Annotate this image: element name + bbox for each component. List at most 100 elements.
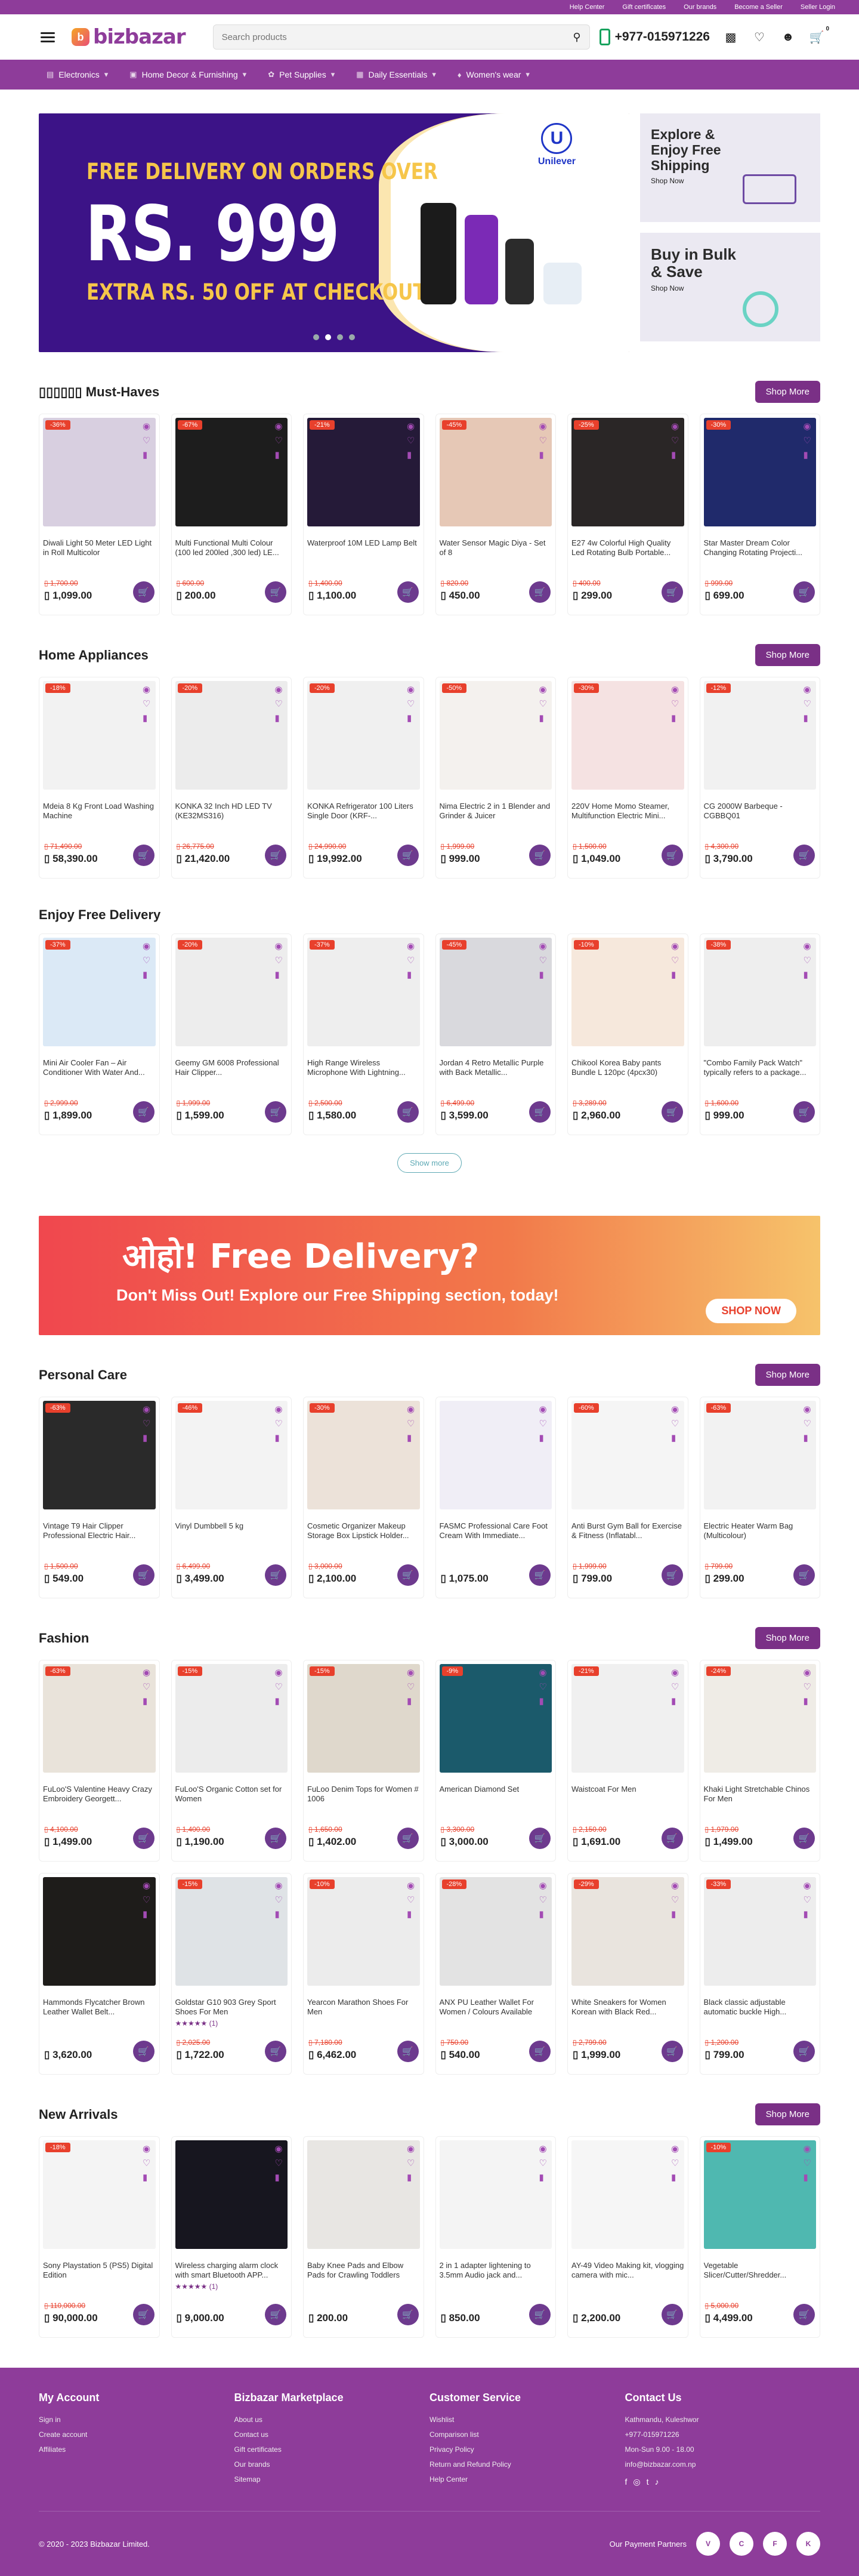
quick-view-icon[interactable]: ◉ [539, 1405, 547, 1414]
product-title[interactable]: KONKA Refrigerator 100 Liters Single Doo… [307, 802, 420, 821]
compare-icon[interactable]: ▮ [804, 1434, 811, 1443]
product-image[interactable]: -63% ◉ ♡ ▮ [43, 1664, 156, 1773]
product-image[interactable]: ◉ ♡ ▮ [43, 1877, 156, 1986]
add-to-cart-icon[interactable]: 🛒 [132, 2041, 155, 2062]
product-title[interactable]: FuLoo'S Valentine Heavy Crazy Embroidery… [43, 1785, 156, 1804]
wishlist-icon[interactable]: ♡ [804, 956, 811, 965]
hero-banner[interactable]: FREE DELIVERY ON ORDERS OVER RS. 999 EXT… [39, 113, 629, 352]
quick-view-icon[interactable]: ◉ [275, 1881, 283, 1890]
product-image[interactable]: ◉ ♡ ▮ [439, 1401, 552, 1509]
wishlist-icon[interactable]: ♡ [804, 436, 811, 445]
product-image[interactable]: -37% ◉ ♡ ▮ [43, 938, 156, 1046]
quick-view-icon[interactable]: ◉ [539, 1881, 547, 1890]
quick-view-icon[interactable]: ◉ [671, 422, 679, 431]
product-image[interactable]: -50% ◉ ♡ ▮ [439, 681, 552, 790]
product-card[interactable]: ◉ ♡ ▮ 2 in 1 adapter lightening to 3.5mm Au… [435, 2136, 556, 2338]
become-seller-link[interactable]: Become a Seller [734, 4, 783, 11]
product-title[interactable]: "Combo Family Pack Watch" typically refe… [704, 1058, 817, 1077]
product-card[interactable]: -25% ◉ ♡ ▮ E27 4w Colorful High Quality Led … [567, 414, 688, 615]
product-card[interactable]: -9% ◉ ♡ ▮ American Diamond Set ▯ 3,300.00 ▯ 3,… [435, 1660, 556, 1862]
banner-cta[interactable]: Shop Now [651, 284, 809, 292]
add-to-cart-icon[interactable]: 🛒 [265, 581, 286, 603]
product-card[interactable]: -21% ◉ ♡ ▮ Waterproof 10M LED Lamp Belt ▯ 1,4… [303, 414, 424, 615]
footer-link[interactable]: Gift certificates [234, 2442, 430, 2457]
footer-link[interactable]: Affiliates [39, 2442, 234, 2457]
product-card[interactable]: -24% ◉ ♡ ▮ Khaki Light Stretchable Chinos Fo… [699, 1660, 820, 1862]
quick-view-icon[interactable]: ◉ [143, 2144, 150, 2153]
product-title[interactable]: Mini Air Cooler Fan – Air Conditioner Wi… [43, 1058, 156, 1077]
compare-icon[interactable]: ▮ [143, 1910, 150, 1919]
wishlist-icon[interactable]: ♡ [143, 1683, 150, 1691]
product-image[interactable]: -36% ◉ ♡ ▮ [43, 418, 156, 526]
footer-link[interactable]: Return and Refund Policy [430, 2457, 625, 2472]
wishlist-icon[interactable]: ♡ [539, 2159, 547, 2168]
wishlist-icon[interactable]: ♡ [539, 436, 547, 445]
compare-icon[interactable]: ▮ [539, 714, 547, 723]
compare-icon[interactable]: ▮ [804, 1697, 811, 1706]
compare-icon[interactable]: ▮ [671, 1697, 679, 1706]
product-card[interactable]: -28% ◉ ♡ ▮ ANX PU Leather Wallet For Women /… [435, 1873, 556, 2075]
compare-icon[interactable]: ▩ [723, 29, 739, 45]
add-to-cart-icon[interactable]: 🛒 [529, 581, 551, 603]
add-to-cart-icon[interactable]: 🛒 [793, 581, 815, 603]
product-title[interactable]: Anti Burst Gym Ball for Exercise & Fitne… [571, 1521, 684, 1540]
add-to-cart-icon[interactable]: 🛒 [397, 2041, 419, 2062]
footer-link[interactable]: Contact us [234, 2427, 430, 2442]
product-image[interactable]: -63% ◉ ♡ ▮ [43, 1401, 156, 1509]
product-title[interactable]: Geemy GM 6008 Professional Hair Clipper.… [175, 1058, 288, 1077]
add-to-cart-icon[interactable]: 🛒 [397, 1101, 419, 1123]
product-card[interactable]: -20% ◉ ♡ ▮ KONKA Refrigerator 100 Liters Sin… [303, 677, 424, 879]
compare-icon[interactable]: ▮ [275, 2173, 283, 2182]
wishlist-icon[interactable]: ♡ [275, 700, 283, 708]
wishlist-icon[interactable]: ♡ [539, 956, 547, 965]
product-title[interactable]: Sony Playstation 5 (PS5) Digital Edition [43, 2261, 156, 2280]
product-card[interactable]: -15% ◉ ♡ ▮ FuLoo Denim Tops for Women # 1006… [303, 1660, 424, 1862]
product-image[interactable]: -29% ◉ ♡ ▮ [571, 1877, 684, 1986]
wishlist-icon[interactable]: ♡ [407, 1896, 415, 1905]
category-daily-essentials[interactable]: ▦ Daily Essentials ▾ [356, 70, 436, 79]
quick-view-icon[interactable]: ◉ [143, 942, 150, 951]
quick-view-icon[interactable]: ◉ [143, 1668, 150, 1677]
compare-icon[interactable]: ▮ [143, 1697, 150, 1706]
wishlist-icon[interactable]: ♡ [671, 2159, 679, 2168]
product-title[interactable]: Multi Functional Multi Colour (100 led 2… [175, 538, 288, 557]
product-image[interactable]: ◉ ♡ ▮ [439, 2140, 552, 2249]
wishlist-icon[interactable]: ♡ [804, 1896, 811, 1905]
wishlist-icon[interactable]: ♡ [539, 1896, 547, 1905]
quick-view-icon[interactable]: ◉ [275, 685, 283, 694]
product-title[interactable]: Mdeia 8 Kg Front Load Washing Machine [43, 802, 156, 821]
product-title[interactable]: Star Master Dream Color Changing Rotatin… [704, 538, 817, 557]
product-title[interactable]: Cosmetic Organizer Makeup Storage Box Li… [307, 1521, 420, 1540]
category-electronics[interactable]: ▤ Electronics ▾ [47, 70, 108, 79]
account-icon[interactable]: ☻ [780, 29, 796, 45]
tiktok-icon[interactable]: ♪ [655, 2477, 659, 2487]
wishlist-icon[interactable]: ♡ [539, 700, 547, 708]
product-card[interactable]: -38% ◉ ♡ ▮ "Combo Family Pack Watch" typical… [699, 933, 820, 1135]
add-to-cart-icon[interactable]: 🛒 [529, 845, 551, 866]
compare-icon[interactable]: ▮ [671, 2173, 679, 2182]
phone-contact[interactable]: +977-015971226 [599, 29, 710, 45]
quick-view-icon[interactable]: ◉ [143, 422, 150, 431]
wishlist-icon[interactable]: ♡ [407, 2159, 415, 2168]
product-title[interactable]: FASMC Professional Care Foot Cream With … [440, 1521, 552, 1540]
footer-link[interactable]: Create account [39, 2427, 234, 2442]
quick-view-icon[interactable]: ◉ [804, 1668, 811, 1677]
quick-view-icon[interactable]: ◉ [143, 685, 150, 694]
product-card[interactable]: -63% ◉ ♡ ▮ Electric Heater Warm Bag (Multico… [699, 1397, 820, 1598]
compare-icon[interactable]: ▮ [407, 2173, 415, 2182]
shop-more-button[interactable]: Shop More [755, 1364, 820, 1386]
product-card[interactable]: -10% ◉ ♡ ▮ Vegetable Slicer/Cutter/Shredder.… [699, 2136, 820, 2338]
product-card[interactable]: -30% ◉ ♡ ▮ Star Master Dream Color Changing … [699, 414, 820, 615]
wishlist-icon[interactable]: ♡ [407, 1419, 415, 1428]
add-to-cart-icon[interactable]: 🛒 [132, 845, 155, 866]
add-to-cart-icon[interactable]: 🛒 [793, 845, 815, 866]
add-to-cart-icon[interactable]: 🛒 [397, 581, 419, 603]
compare-icon[interactable]: ▮ [539, 1910, 547, 1919]
add-to-cart-icon[interactable]: 🛒 [529, 1564, 551, 1586]
add-to-cart-icon[interactable]: 🛒 [661, 1828, 683, 1849]
product-card[interactable]: -63% ◉ ♡ ▮ Vintage T9 Hair Clipper Professio… [39, 1397, 160, 1598]
quick-view-icon[interactable]: ◉ [539, 2144, 547, 2153]
compare-icon[interactable]: ▮ [143, 451, 150, 460]
our-brands-link[interactable]: Our brands [684, 4, 716, 11]
wishlist-icon[interactable]: ♡ [143, 700, 150, 708]
